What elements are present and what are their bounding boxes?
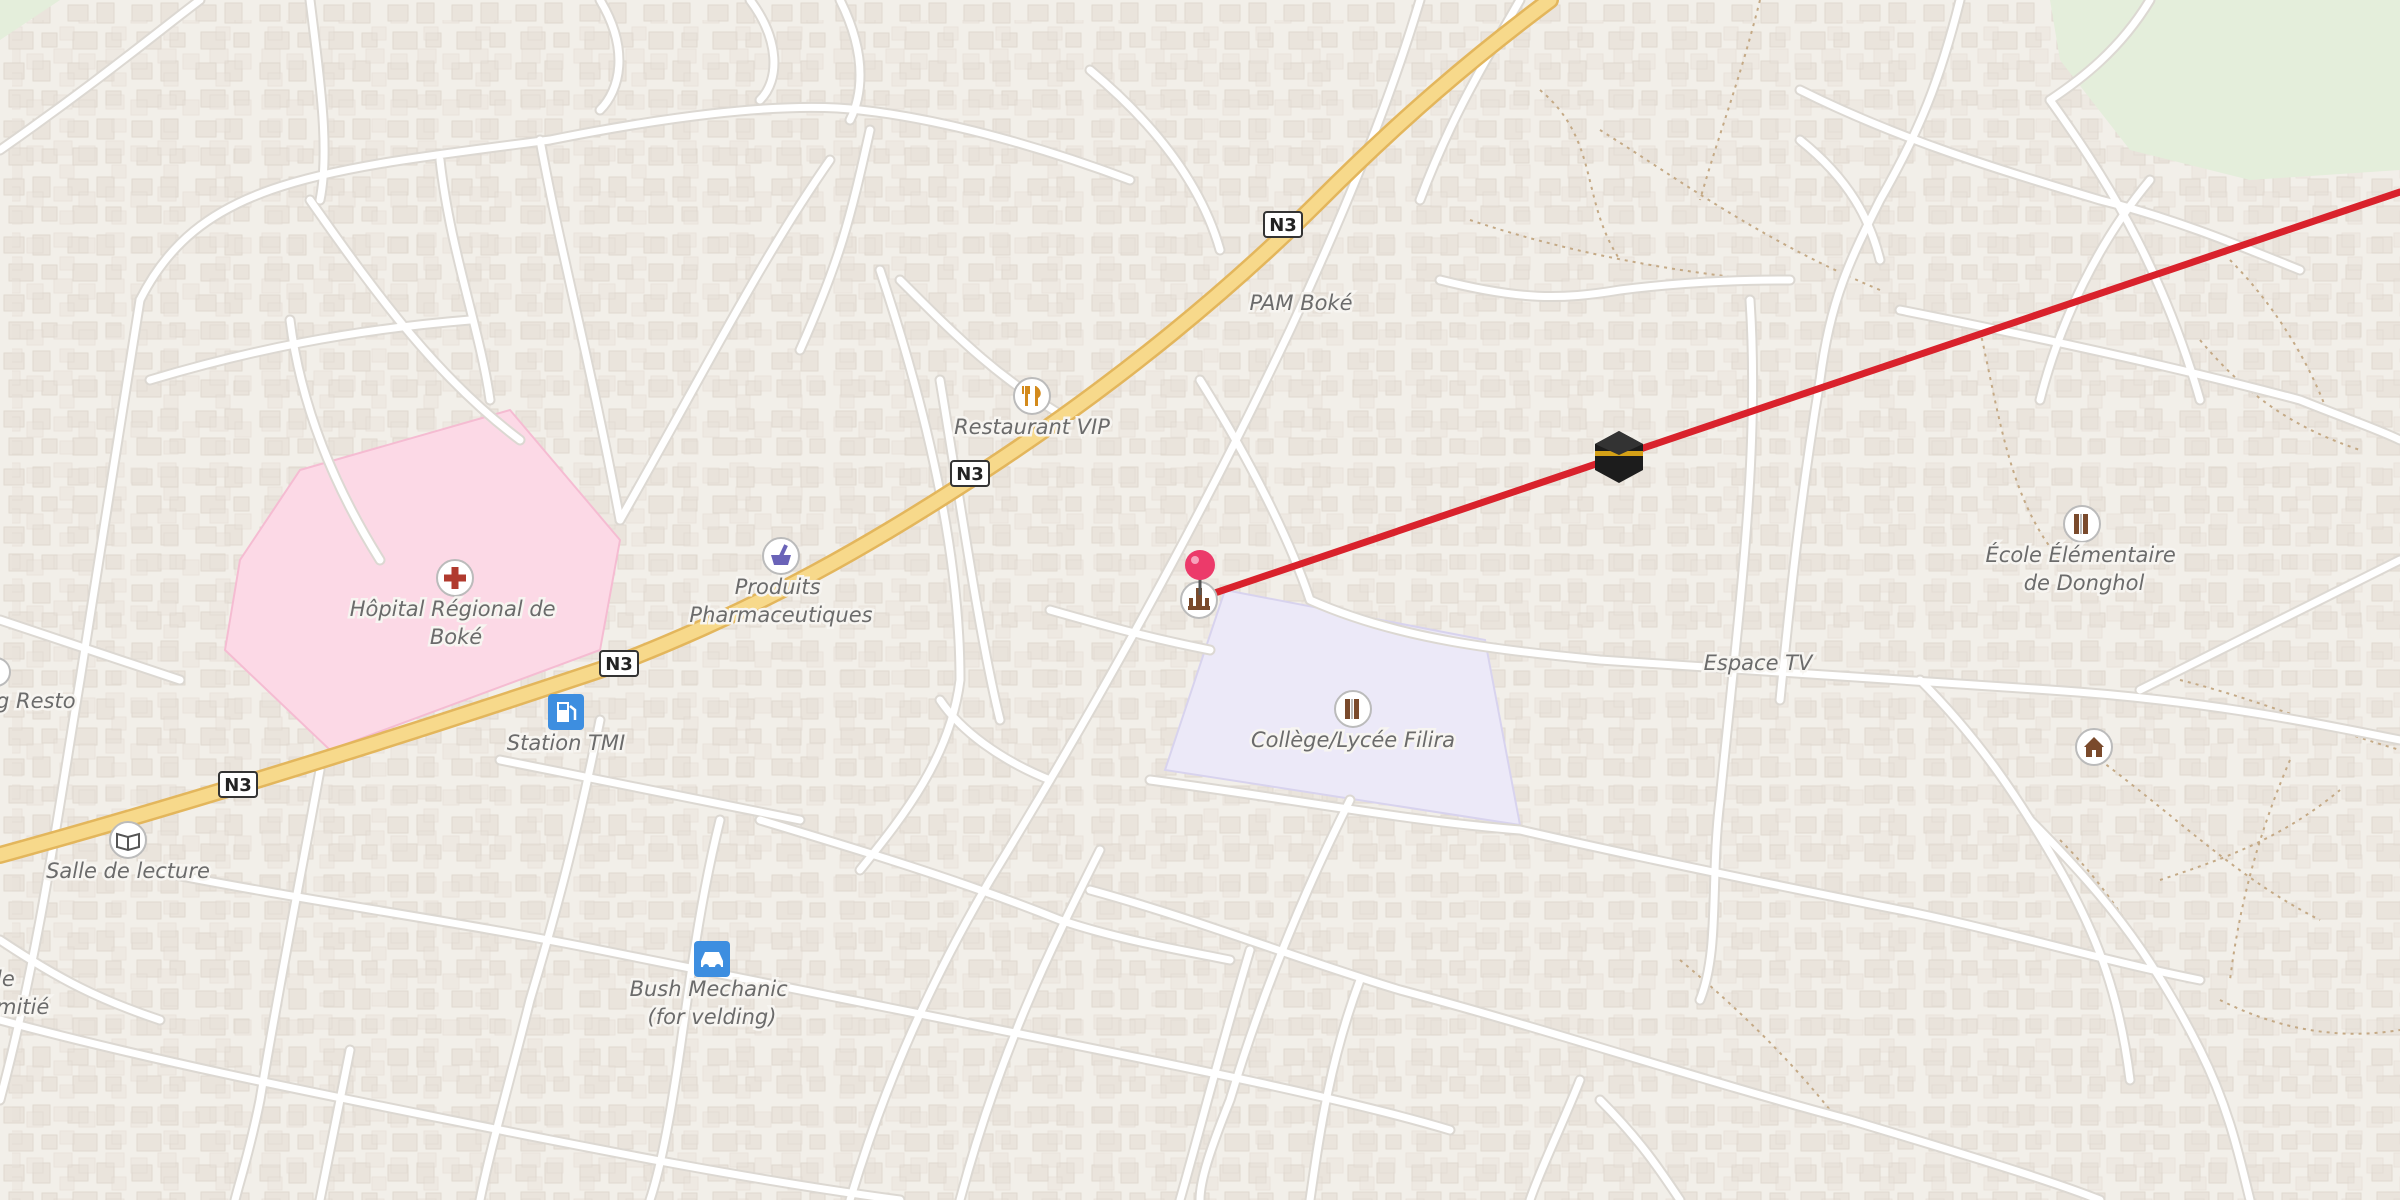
resto-partial-label[interactable]: g Resto — [0, 687, 78, 716]
mechanic-label-text-line2: (for velding) — [648, 1005, 777, 1029]
amitie-partial-label-1[interactable]: le — [0, 965, 17, 994]
hospital-label-text-line2: Boké — [430, 625, 482, 649]
road-shield-n3-left: N3 — [218, 771, 258, 798]
road-shield-n3-middle: N3 — [950, 460, 990, 487]
pam-label[interactable]: PAM Boké — [1247, 289, 1355, 318]
hospital-label-text: Hôpital Régional de — [350, 597, 556, 621]
fuel-pump-icon[interactable] — [548, 694, 584, 730]
map-canvas[interactable]: N3 N3 N3 N3 Hôpital Régional de Boké Res… — [0, 0, 2400, 1200]
school-label-text-line2: de Donghol — [2024, 571, 2145, 595]
school-label-text: École Élémentaire — [1986, 542, 2176, 567]
school-icon-donghol[interactable] — [2063, 505, 2101, 543]
amitie-partial-label-2[interactable]: mitié — [0, 993, 52, 1022]
pharmacy-label-text: Produits — [735, 575, 821, 599]
college-label[interactable]: Collège/Lycée Filira — [1249, 726, 1458, 755]
road-shield-n3-top: N3 — [1263, 211, 1303, 238]
restaurant-label[interactable]: Restaurant VIP — [952, 413, 1113, 442]
school-icon[interactable] — [1334, 690, 1372, 728]
hospital-cross-icon[interactable] — [436, 559, 474, 597]
book-icon[interactable] — [109, 821, 147, 859]
road-shield-n3-lower: N3 — [599, 650, 639, 677]
mechanic-label-text: Bush Mechanic — [630, 977, 789, 1001]
svg-text:N3: N3 — [605, 654, 633, 675]
hut-icon[interactable] — [2075, 728, 2113, 766]
fork-knife-icon[interactable] — [1013, 377, 1051, 415]
mortar-pestle-icon[interactable] — [762, 537, 800, 575]
svg-text:N3: N3 — [956, 464, 984, 485]
pharmacy-label-text-line2: Pharmaceutiques — [689, 603, 872, 627]
car-icon[interactable] — [694, 941, 730, 977]
svg-text:N3: N3 — [224, 775, 252, 796]
fuel-label[interactable]: Station TMI — [504, 729, 627, 758]
reading-room-label[interactable]: Salle de lecture — [44, 857, 213, 886]
espace-tv-label[interactable]: Espace TV — [1701, 649, 1816, 678]
svg-text:N3: N3 — [1269, 215, 1297, 236]
